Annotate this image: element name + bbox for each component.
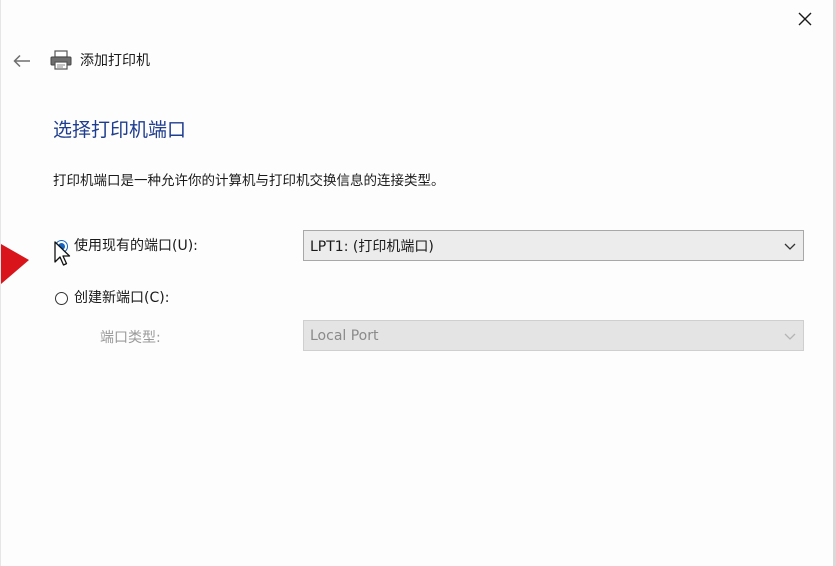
window-title: 添加打印机 — [80, 53, 150, 69]
new-port-type-select: Local Port — [303, 320, 804, 351]
new-port-type-value: Local Port — [310, 327, 379, 344]
mouse-cursor-icon — [54, 241, 71, 266]
create-new-port-option[interactable]: 创建新端口(C): — [55, 288, 169, 308]
existing-port-select[interactable]: LPT1: (打印机端口) — [303, 230, 804, 261]
add-printer-dialog: 添加打印机 选择打印机端口 打印机端口是一种允许你的计算机与打印机交换信息的连接… — [0, 0, 836, 566]
printer-icon — [50, 50, 72, 70]
chevron-down-icon — [784, 333, 796, 340]
port-type-label: 端口类型: — [100, 330, 161, 346]
create-new-port-label: 创建新端口(C): — [74, 290, 170, 306]
back-button[interactable] — [9, 48, 35, 74]
back-arrow-icon — [13, 54, 30, 68]
close-icon — [798, 12, 812, 26]
chevron-down-icon — [784, 243, 796, 250]
page-description: 打印机端口是一种允许你的计算机与打印机交换信息的连接类型。 — [53, 173, 445, 189]
use-existing-port-option[interactable]: 使用现有的端口(U): — [55, 236, 198, 256]
create-new-port-radio[interactable] — [55, 291, 68, 305]
close-button[interactable] — [791, 6, 819, 32]
page-title: 选择打印机端口 — [53, 119, 187, 141]
annotation-arrow-icon — [1, 244, 29, 284]
use-existing-port-label: 使用现有的端口(U): — [74, 238, 198, 254]
existing-port-value: LPT1: (打印机端口) — [310, 238, 434, 255]
